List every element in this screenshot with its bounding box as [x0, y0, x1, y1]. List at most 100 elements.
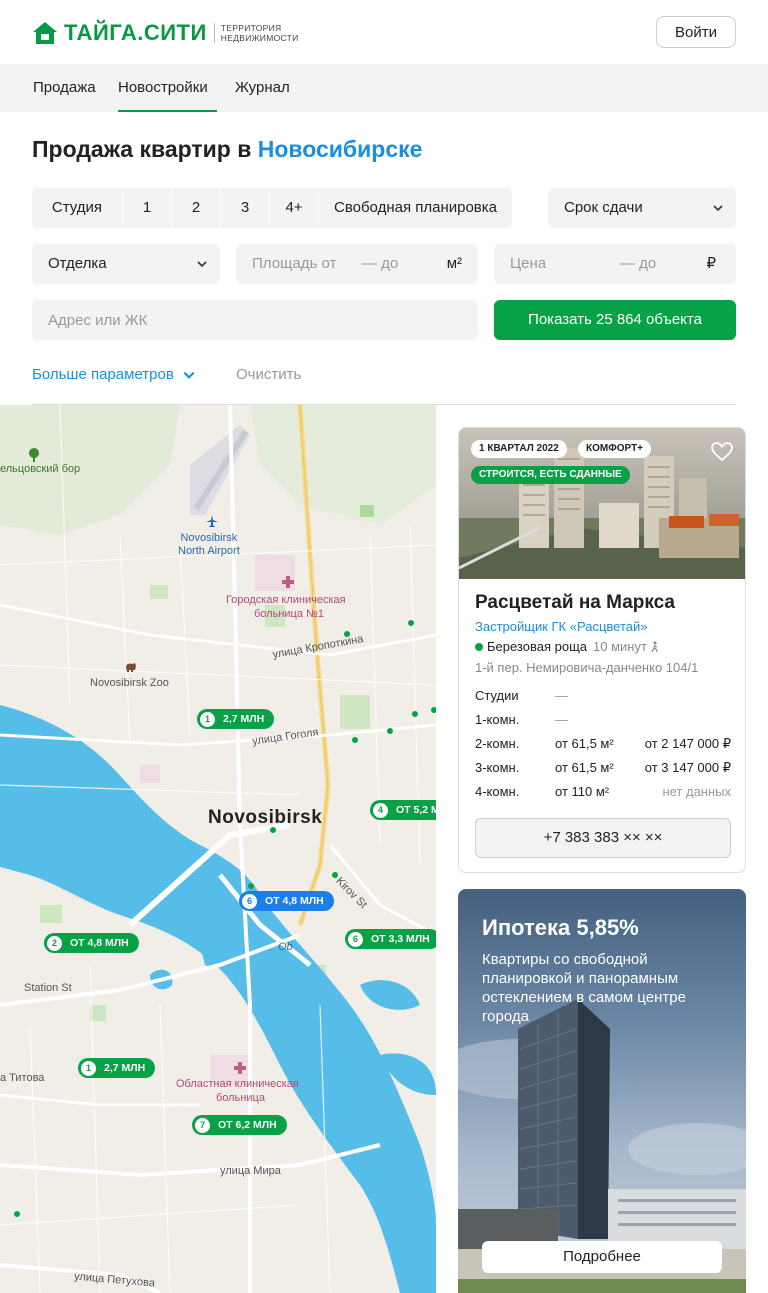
room-option-4plus[interactable]: 4+ [270, 188, 319, 228]
clear-filters-link[interactable]: Очистить [236, 366, 301, 383]
map-dot[interactable] [14, 1211, 20, 1217]
chevron-down-icon [183, 371, 195, 379]
price-range[interactable]: Цена — до ₽ [494, 244, 736, 284]
logo-subtitle-line2: НЕДВИЖИМОСТИ [220, 33, 299, 43]
map-label-zoo: Novosibirsk Zoo [90, 677, 169, 689]
map-price-pin[interactable]: 4 ОТ 5,2 МЛН [370, 800, 436, 820]
map-dot[interactable] [352, 737, 358, 743]
map-dot[interactable] [408, 620, 414, 626]
room-option-2[interactable]: 2 [172, 188, 221, 228]
map-label-street-mira: улица Мира [220, 1165, 281, 1177]
hospital-icon [282, 576, 294, 588]
area-from-input[interactable]: Площадь от [252, 244, 336, 284]
apartment-row: 3-комн. от 61,5 м² от 3 147 000 ₽ [475, 760, 731, 780]
page-title: Продажа квартир в Новосибирске [32, 136, 422, 163]
metro-station: Березовая роща [487, 639, 588, 654]
map-label-hospital1-line1: Городская клиническая [226, 594, 346, 606]
city-selector[interactable]: Новосибирске [258, 136, 423, 162]
developer-link[interactable]: Застройщик ГК «Расцветай» [475, 619, 647, 634]
nav-item-new-buildings[interactable]: Новостройки [118, 64, 217, 112]
pin-price: ОТ 5,2 МЛН [396, 804, 436, 816]
apartment-area: — [555, 712, 568, 727]
zoo-icon [126, 663, 136, 672]
banner-text: Квартиры со свободной планировкой и пано… [482, 951, 686, 1025]
map-label-hospital2: Областная клиническая больница [176, 1077, 299, 1105]
room-option-3[interactable]: 3 [221, 188, 270, 228]
apartment-type: 4-комн. [475, 784, 520, 799]
map-dot[interactable] [270, 827, 276, 833]
price-unit: ₽ [706, 255, 716, 272]
logo-subtitle-line1: ТЕРРИТОРИЯ [220, 23, 282, 33]
pin-count: 7 [195, 1117, 210, 1133]
complex-title[interactable]: Расцветай на Маркса [475, 592, 675, 614]
finishing-select[interactable]: Отделка [32, 244, 220, 284]
main-nav: Продажа Новостройки Журнал [0, 64, 768, 112]
pin-count: 6 [348, 931, 363, 947]
map-price-pin[interactable]: 7 ОТ 6,2 МЛН [192, 1115, 287, 1135]
map-label-hospital2-line1: Областная клиническая [176, 1078, 299, 1090]
apartment-area: от 61,5 м² [555, 736, 614, 751]
complex-address: 1-й пер. Немировича-данченко 104/1 [475, 660, 699, 675]
deadline-select[interactable]: Срок сдачи [548, 188, 736, 228]
map-price-pin[interactable]: 6 ОТ 3,3 МЛН [345, 929, 436, 949]
map-dot[interactable] [344, 631, 350, 637]
room-option-studio[interactable]: Студия [32, 188, 123, 228]
map-label-airport-line2: North Airport [178, 545, 240, 557]
address-input[interactable] [32, 300, 478, 340]
apartment-type: 1-комн. [475, 712, 520, 727]
pin-price: ОТ 3,3 МЛН [371, 933, 430, 945]
apartment-area: — [555, 688, 568, 703]
pin-count: 1 [200, 711, 215, 727]
area-range[interactable]: Площадь от — до м² [236, 244, 478, 284]
pin-count: 6 [242, 893, 257, 909]
map-price-pin[interactable]: 2 ОТ 4,8 МЛН [44, 933, 139, 953]
map-dot[interactable] [387, 728, 393, 734]
logo[interactable]: ТАЙГА.СИТИ ТЕРРИТОРИЯ НЕДВИЖИМОСТИ [32, 20, 299, 46]
map-dot[interactable] [431, 707, 436, 713]
login-button[interactable]: Войти [656, 16, 736, 48]
class-tag: КОМФОРТ+ [578, 440, 652, 458]
map-price-pin-selected[interactable]: 6 ОТ 4,8 МЛН [239, 891, 334, 911]
price-from-input[interactable]: Цена [510, 244, 546, 284]
mortgage-banner[interactable]: Ипотека 5,85% Квартиры со свободной план… [458, 889, 746, 1293]
room-option-1[interactable]: 1 [123, 188, 172, 228]
map-dot[interactable] [248, 883, 254, 889]
complex-card[interactable]: 1 КВАРТАЛ 2022 КОМФОРТ+ СТРОИТСЯ, ЕСТЬ С… [458, 427, 746, 873]
pin-count: 4 [373, 802, 388, 818]
banner-more-button[interactable]: Подробнее [482, 1241, 722, 1273]
hospital-icon [234, 1062, 246, 1074]
area-unit: м² [446, 255, 462, 272]
complex-photo[interactable]: 1 КВАРТАЛ 2022 КОМФОРТ+ СТРОИТСЯ, ЕСТЬ С… [459, 428, 745, 579]
show-results-button[interactable]: Показать 25 864 объекта [494, 300, 736, 340]
pin-price: ОТ 4,8 МЛН [265, 895, 324, 907]
page-title-prefix: Продажа квартир в [32, 136, 252, 162]
area-to-input[interactable]: — до [362, 244, 398, 284]
apartment-price: нет данных [662, 784, 731, 799]
map-label-ob: Ob [278, 941, 293, 953]
more-params-link[interactable]: Больше параметров [32, 366, 196, 383]
map-price-pin[interactable]: 1 2,7 МЛН [197, 709, 275, 729]
map-label-airport: Novosibirsk North Airport [178, 532, 240, 558]
chevron-down-icon [197, 261, 207, 268]
rooms-filter: Студия 1 2 3 4+ Свободная планировка [32, 188, 512, 228]
room-option-free-layout[interactable]: Свободная планировка [319, 188, 512, 228]
map[interactable]: ельцовский бор Novosibirsk North Airport… [0, 405, 436, 1293]
tree-icon [29, 448, 39, 462]
banner-title: Ипотека 5,85% [482, 915, 639, 940]
status-badge: СТРОИТСЯ, ЕСТЬ СДАННЫЕ [471, 466, 630, 484]
heart-icon[interactable] [711, 442, 733, 462]
logo-subtitle: ТЕРРИТОРИЯ НЕДВИЖИМОСТИ [213, 23, 299, 43]
pin-price: ОТ 4,8 МЛН [70, 937, 129, 949]
map-dot[interactable] [412, 711, 418, 717]
phone-button[interactable]: +7 383 383 ×× ×× [475, 818, 731, 858]
nav-item-journal[interactable]: Журнал [235, 64, 290, 112]
pin-price: 2,7 МЛН [223, 713, 265, 725]
map-label-hospital1-line2: больница №1 [254, 608, 324, 620]
pin-price: ОТ 6,2 МЛН [218, 1119, 277, 1131]
nav-item-sale[interactable]: Продажа [33, 64, 96, 112]
metro-time: 10 минут [593, 639, 647, 654]
map-price-pin[interactable]: 1 2,7 МЛН [78, 1058, 156, 1078]
price-to-input[interactable]: — до [620, 244, 656, 284]
apartment-row: 2-комн. от 61,5 м² от 2 147 000 ₽ [475, 736, 731, 756]
map-dot[interactable] [332, 872, 338, 878]
